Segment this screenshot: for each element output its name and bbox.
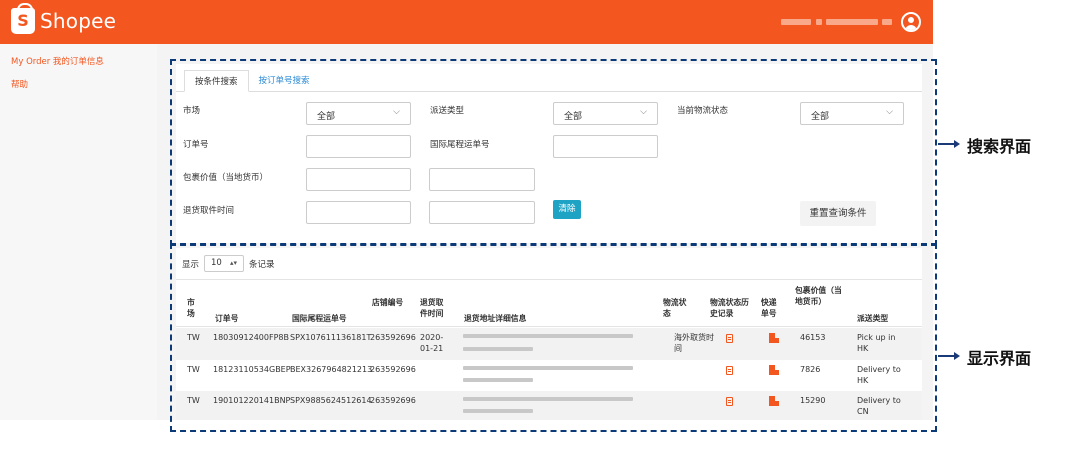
user-name-redacted [826,19,878,25]
sidebar-item-help[interactable]: 帮助 [11,78,28,90]
logo-text: Shopee [40,9,117,33]
search-area-highlight [170,59,937,246]
results-area-label: 显示界面 [967,349,1032,368]
user-circle-icon[interactable] [901,12,921,32]
results-area-highlight [170,243,937,432]
arrow-right-icon [938,352,960,360]
search-area-label: 搜索界面 [967,137,1032,156]
arrow-right-icon [938,140,960,148]
sidebar-item-my-order[interactable]: My Order 我的订单信息 [11,55,104,67]
user-name-redacted [781,19,811,25]
shopee-logo[interactable]: S Shopee [11,3,117,34]
sidebar: My Order 我的订单信息 帮助 [0,44,157,420]
shopee-bag-icon: S [11,3,35,34]
user-name-redacted [882,19,892,25]
top-bar: S Shopee [0,0,933,44]
logo-glyph: S [17,11,29,30]
user-name-redacted [816,19,822,25]
